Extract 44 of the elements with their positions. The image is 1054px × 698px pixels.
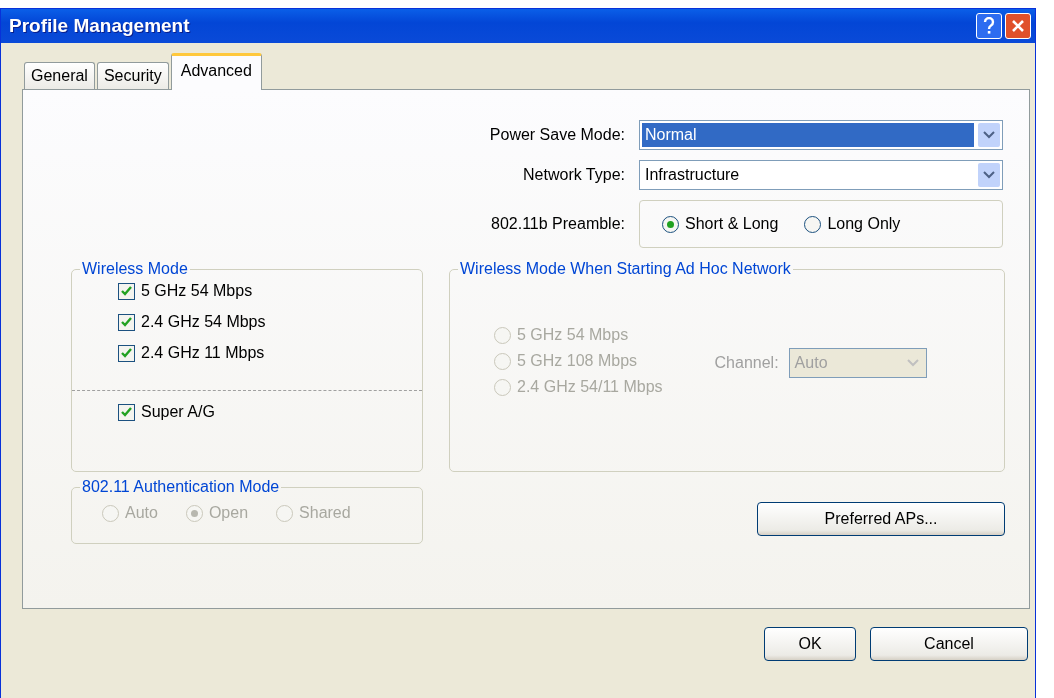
close-icon [1011,19,1025,33]
field-label: 802.11b Preamble: [490,215,625,233]
field-label: Channel: [714,354,779,372]
dropdown-arrow-button[interactable] [978,163,1000,187]
radio-button[interactable] [662,215,679,233]
checkmark-icon [121,317,132,327]
checkmark-icon [121,348,132,358]
dropdown-value: Auto [793,353,829,373]
dropdown[interactable]: Normal [639,120,1003,150]
checkbox-option[interactable]: 5 GHz 54 Mbps [118,282,422,300]
checkbox[interactable] [118,403,135,421]
radio-option[interactable]: Long Only [804,215,901,233]
group-title: Wireless Mode [81,260,189,278]
close-button[interactable] [1005,13,1031,39]
checkbox[interactable] [118,344,135,362]
checkbox-option[interactable]: Super A/G [118,403,422,421]
checkbox-option[interactable]: 2.4 GHz 11 Mbps [118,344,422,362]
radio-option[interactable]: Short & Long [662,215,779,233]
chevron-down-icon [983,171,995,179]
dialog-button[interactable]: Cancel [870,627,1028,661]
preferred-aps-button[interactable]: Preferred APs... [757,502,1005,536]
field-label: Power Save Mode: [489,126,625,144]
field-label: Network Type: [522,166,625,184]
chevron-down-icon [983,131,995,139]
dropdown-value: Infrastructure [644,165,741,185]
window-title: Profile Management [9,15,191,37]
group-title: Wireless Mode When Starting Ad Hoc Network [459,260,792,278]
dropdown-value: Normal [642,123,974,147]
checkmark-icon [121,407,132,417]
checkbox[interactable] [118,282,135,300]
tab[interactable]: Security [96,62,169,89]
tab[interactable]: General [24,62,95,89]
group-title: 802.11 Authentication Mode [81,478,281,496]
checkbox-option[interactable]: 2.4 GHz 54 Mbps [118,313,422,331]
checkbox[interactable] [118,313,135,331]
checkmark-icon [121,286,132,296]
help-icon [983,17,995,35]
dropdown[interactable]: Infrastructure [639,160,1003,190]
tab[interactable]: Advanced [170,53,262,90]
radio-button[interactable] [804,215,822,233]
dialog-button[interactable]: OK [764,627,856,661]
help-button[interactable] [976,13,1002,39]
chevron-down-icon [906,359,919,367]
dropdown-arrow-button[interactable] [978,123,1000,147]
